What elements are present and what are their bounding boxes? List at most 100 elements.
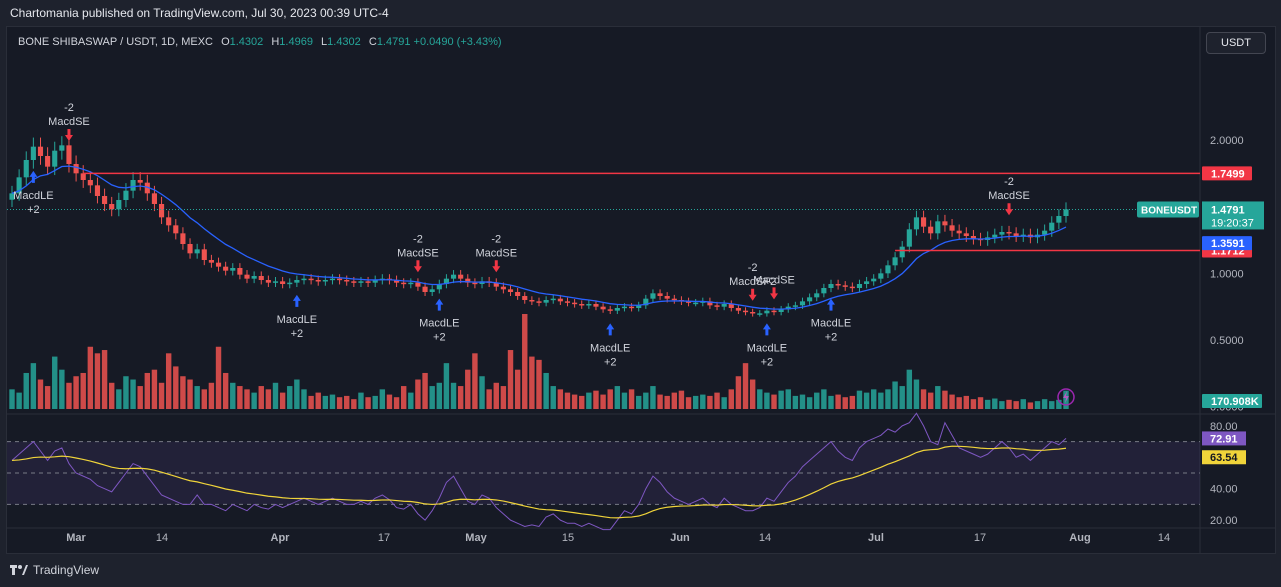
candle-body <box>792 305 798 307</box>
currency-button[interactable]: USDT <box>1206 32 1266 54</box>
candle-body <box>472 282 478 285</box>
high-value: 1.4969 <box>279 36 313 48</box>
volume-bar <box>301 389 307 409</box>
volume-bar <box>215 346 222 409</box>
candle-body <box>507 289 514 292</box>
volume-bar <box>230 382 236 409</box>
volume-bar <box>1027 402 1034 409</box>
time-tick-label: 17 <box>378 532 390 544</box>
volume-bar <box>942 390 948 409</box>
candle-body <box>942 221 948 226</box>
buy-signal-arrow-icon <box>606 323 615 336</box>
volume-bar <box>871 389 877 409</box>
volume-bar <box>66 382 72 409</box>
candle-body <box>529 300 535 302</box>
volume-bar <box>935 386 941 409</box>
volume-bar <box>564 392 571 409</box>
candle-body <box>522 296 528 300</box>
sell-signal-label: MacdSE <box>397 247 439 259</box>
candle-body <box>614 308 620 311</box>
volume-bar <box>771 394 777 409</box>
volume-bar <box>457 386 464 409</box>
volume-bar <box>977 397 984 409</box>
volume-bar <box>550 386 556 409</box>
rsi-tag: 72.91 <box>1210 433 1238 445</box>
candle-body <box>536 301 542 303</box>
buy-signal-arrow-icon <box>292 294 301 307</box>
volume-bar <box>16 392 22 409</box>
volume-bar <box>785 389 791 409</box>
candle-body <box>842 285 848 287</box>
candle-body <box>579 304 585 306</box>
candle-body <box>885 265 891 274</box>
volume-bar <box>878 392 884 409</box>
volume-bar <box>984 399 991 409</box>
volume-bar <box>728 389 734 409</box>
volume-bar <box>265 389 272 409</box>
volume-bar <box>863 392 870 409</box>
chart-svg[interactable]: 2.00001.50001.00000.50000.00001.74991.17… <box>0 0 1281 587</box>
volume-bar <box>429 386 435 409</box>
volume-bar <box>30 363 37 409</box>
volume-bar <box>279 392 286 409</box>
footer-brand[interactable]: TradingView <box>10 563 99 577</box>
candle-body <box>358 281 364 283</box>
volume-bar <box>165 353 172 409</box>
candle-body <box>821 288 827 294</box>
volume-bar <box>999 401 1005 409</box>
sell-signal-qty: -2 <box>748 262 758 274</box>
volume-bar <box>557 389 564 409</box>
candle-body <box>351 281 357 283</box>
candle-body <box>892 257 898 266</box>
candle-body <box>151 193 157 204</box>
volume-bar <box>37 379 44 409</box>
buy-signal-qty: +2 <box>761 356 774 368</box>
time-tick-label: May <box>465 532 487 544</box>
candle-body <box>849 286 855 289</box>
rsi-ma-tag: 63.54 <box>1210 452 1238 464</box>
candle-body <box>1049 222 1055 231</box>
volume-bar <box>222 372 229 409</box>
volume-bar <box>130 379 136 409</box>
volume-bar <box>393 397 400 409</box>
volume-bar <box>607 389 613 409</box>
volume-bar <box>329 394 336 409</box>
candle-body <box>365 281 371 283</box>
volume-bar <box>372 395 378 409</box>
buy-signal-qty: +2 <box>291 328 304 340</box>
volume-bar <box>529 356 535 409</box>
volume-bar <box>842 397 848 409</box>
volume-bar <box>757 389 763 409</box>
volume-bar <box>479 376 485 409</box>
volume-bar <box>322 395 329 409</box>
sell-signal-label: MacdSE <box>48 116 90 128</box>
volume-bar <box>365 397 371 409</box>
candle-body <box>515 292 521 296</box>
volume-bar <box>650 386 656 409</box>
volume-bar <box>415 379 421 409</box>
time-tick-label: 14 <box>156 532 168 544</box>
time-tick-label: 14 <box>759 532 771 544</box>
candle-body <box>173 225 179 234</box>
buy-signal-qty: +2 <box>433 332 446 344</box>
volume-bar <box>678 390 685 409</box>
volume-bar <box>443 363 450 409</box>
volume-bar <box>992 398 998 409</box>
candle-body <box>899 246 905 258</box>
volume-bar <box>970 399 977 409</box>
buy-signal-qty: +2 <box>604 356 617 368</box>
candle-body <box>963 233 969 236</box>
volume-bar <box>792 395 799 409</box>
volume-bar <box>201 389 207 409</box>
candle-body <box>52 150 58 167</box>
volume-bar <box>600 394 606 409</box>
candle-body <box>337 278 343 281</box>
time-tick-label: Apr <box>271 532 291 544</box>
volume-bar <box>137 386 143 409</box>
candle-body <box>187 244 193 254</box>
sell-signal-arrow-icon <box>770 287 779 300</box>
buy-signal-qty: +2 <box>27 204 40 216</box>
volume-bar <box>386 394 393 409</box>
candle-body <box>251 276 257 279</box>
candle-body <box>109 204 115 210</box>
